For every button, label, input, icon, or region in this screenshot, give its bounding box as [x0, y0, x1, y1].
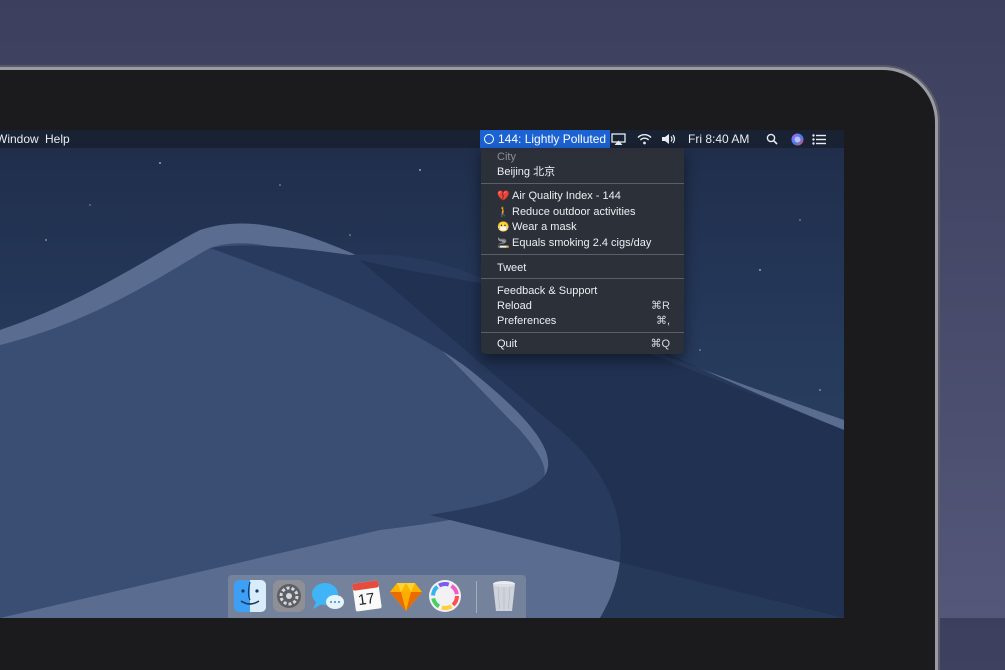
menu-item-label: Preferences: [497, 315, 557, 327]
menu-shortcut: ⌘Q: [650, 338, 670, 350]
menu-separator: [481, 183, 684, 184]
menu-window[interactable]: Window: [0, 132, 39, 146]
mask-face-icon: 😷: [497, 222, 510, 233]
dock-divider: [476, 581, 477, 613]
calendar-icon[interactable]: 17: [349, 578, 385, 614]
laptop-frame: Window Help 144: Lightly Polluted Fri 8:…: [0, 70, 935, 670]
walking-person-icon: 🚶: [497, 207, 510, 218]
finder-icon[interactable]: [232, 578, 268, 614]
system-preferences-icon[interactable]: [271, 578, 307, 614]
menu-separator: [481, 278, 684, 279]
menu-item-label: Wear a mask: [512, 221, 577, 233]
color-ring-app-icon[interactable]: [427, 578, 463, 614]
menu-smoking-equivalent-item[interactable]: 🚬 Equals smoking 2.4 cigs/day: [497, 236, 677, 250]
desktop-screen: Window Help 144: Lightly Polluted Fri 8:…: [0, 130, 844, 618]
menu-quit-item[interactable]: Quit ⌘Q: [497, 337, 677, 351]
menu-aqi-index-item[interactable]: 💔 Air Quality Index - 144: [497, 189, 677, 203]
menubar-clock[interactable]: Fri 8:40 AM: [688, 132, 749, 146]
menu-item-label: Air Quality Index - 144: [512, 190, 621, 202]
airplay-icon[interactable]: [611, 132, 626, 146]
menu-feedback-item[interactable]: Feedback & Support: [497, 284, 677, 298]
notification-center-icon[interactable]: [812, 132, 826, 146]
menu-bar: Window Help 144: Lightly Polluted Fri 8:…: [0, 130, 844, 148]
wifi-icon[interactable]: [637, 132, 652, 146]
menu-item-label: Reload: [497, 300, 532, 312]
aqi-status-item[interactable]: 144: Lightly Polluted: [480, 130, 611, 148]
menu-outdoor-activities-item[interactable]: 🚶 Reduce outdoor activities: [497, 205, 677, 219]
menu-separator: [481, 254, 684, 255]
dock: 17: [228, 575, 526, 618]
wallpaper-dunes: [0, 159, 844, 618]
aqi-ring-icon: [484, 134, 494, 144]
smoking-icon: 🚬: [497, 238, 510, 249]
menu-city-header: City: [497, 151, 516, 163]
aqi-dropdown-menu: City Beijing 北京 💔 Air Quality Index - 144…: [481, 148, 684, 354]
trash-icon[interactable]: [486, 578, 522, 614]
menu-separator: [481, 332, 684, 333]
menu-shortcut: ⌘,: [655, 315, 670, 327]
spotlight-search-icon[interactable]: [766, 132, 778, 146]
messages-icon[interactable]: [310, 578, 346, 614]
menu-item-label: Reduce outdoor activities: [512, 206, 636, 218]
volume-icon[interactable]: [661, 132, 677, 146]
menu-wear-mask-item[interactable]: 😷 Wear a mask: [497, 220, 677, 234]
menu-item-label: Equals smoking 2.4 cigs/day: [512, 237, 652, 249]
aqi-status-label: 144: Lightly Polluted: [498, 132, 607, 146]
menu-reload-item[interactable]: Reload ⌘R: [497, 299, 677, 313]
menu-city-item[interactable]: Beijing 北京: [497, 165, 677, 179]
broken-heart-icon: 💔: [497, 191, 510, 202]
menu-item-label: Quit: [497, 338, 518, 350]
sketch-icon[interactable]: [388, 578, 424, 614]
menu-help[interactable]: Help: [45, 132, 70, 146]
menu-tweet-item[interactable]: Tweet: [497, 261, 677, 275]
menu-preferences-item[interactable]: Preferences ⌘,: [497, 314, 677, 328]
calendar-day: 17: [356, 589, 376, 610]
siri-icon[interactable]: [791, 132, 804, 146]
menu-shortcut: ⌘R: [651, 300, 670, 312]
